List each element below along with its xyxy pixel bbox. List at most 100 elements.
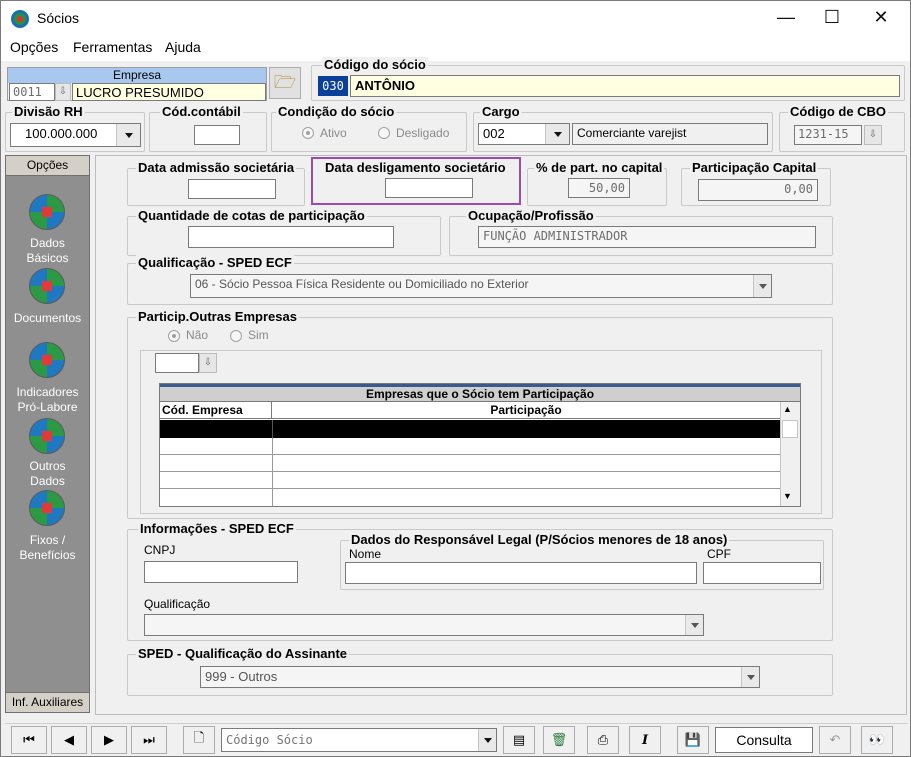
print-button[interactable]: ⎙ bbox=[587, 726, 619, 754]
first-record-button[interactable]: ⏮ bbox=[11, 726, 47, 754]
ocupacao-field[interactable]: FUNÇÃO ADMINISTRADOR bbox=[478, 226, 816, 248]
cargo-select[interactable]: 002 bbox=[478, 123, 570, 145]
italic-icon: I bbox=[641, 732, 649, 748]
sidebar-item-dados-basicos[interactable]: Dados Básicos bbox=[6, 236, 89, 266]
indicadores-pro-labore-icon[interactable] bbox=[29, 342, 65, 378]
qualificacao-select[interactable] bbox=[144, 614, 704, 636]
responsavel-group: Dados do Responsável Legal (P/Sócios men… bbox=[340, 532, 824, 590]
radio-ativo[interactable] bbox=[302, 127, 314, 139]
next-record-button[interactable]: ▶ bbox=[91, 726, 127, 754]
cbo-label: Código de CBO bbox=[788, 104, 889, 119]
menu-ferramentas[interactable]: Ferramentas bbox=[73, 39, 152, 55]
cargo-dropdown-icon[interactable] bbox=[545, 124, 569, 144]
sidebar-footer-inf-auxiliares[interactable]: Inf. Auxiliares bbox=[6, 692, 89, 712]
qualificacao-sped-value: 06 - Sócio Pessoa Física Residente ou Do… bbox=[195, 277, 529, 291]
report-button[interactable]: ▤ bbox=[503, 726, 535, 754]
search-dropdown-icon[interactable] bbox=[478, 729, 496, 751]
col-header-cod-empresa[interactable]: Cód. Empresa bbox=[160, 402, 272, 419]
table-scrollbar[interactable]: ▲ ▼ bbox=[780, 402, 800, 506]
close-button[interactable]: ✕ bbox=[858, 1, 904, 35]
data-desligamento-field[interactable] bbox=[385, 178, 473, 198]
assinante-group: SPED - Qualificação do Assinante 999 - O… bbox=[127, 646, 833, 696]
new-record-button[interactable]: 🗋 bbox=[183, 726, 215, 754]
qualificacao-sped-dropdown-icon[interactable] bbox=[753, 275, 771, 297]
minimize-button[interactable]: — bbox=[763, 1, 809, 35]
empresas-table: Empresas que o Sócio tem Participação Có… bbox=[159, 383, 801, 507]
responsavel-label: Dados do Responsável Legal (P/Sócios men… bbox=[349, 532, 730, 547]
status-consulta: Consulta bbox=[715, 727, 813, 753]
divisao-dropdown-icon[interactable] bbox=[116, 124, 140, 146]
particip-lookup-icon[interactable]: ⇩ bbox=[199, 353, 217, 373]
search-input[interactable] bbox=[222, 729, 476, 751]
table-row[interactable] bbox=[160, 438, 780, 455]
menu-ajuda[interactable]: Ajuda bbox=[165, 39, 201, 55]
open-folder-button[interactable]: 🗁 bbox=[269, 67, 301, 99]
maximize-button[interactable]: ☐ bbox=[809, 1, 855, 35]
cbo-lookup-icon[interactable]: ⇩ bbox=[864, 125, 882, 145]
responsavel-nome-field[interactable] bbox=[345, 562, 697, 584]
table-row[interactable] bbox=[160, 455, 780, 472]
informacoes-group: Informações - SPED ECF CNPJ Dados do Res… bbox=[127, 521, 833, 641]
col-header-participacao[interactable]: Participação bbox=[272, 402, 780, 419]
socio-label: Código do sócio bbox=[322, 57, 428, 72]
cnpj-field[interactable] bbox=[144, 561, 298, 583]
first-record-icon: ⏮ bbox=[23, 732, 35, 748]
data-admissao-field[interactable] bbox=[188, 179, 276, 199]
table-row[interactable] bbox=[160, 472, 780, 489]
qualificacao-sped-select[interactable]: 06 - Sócio Pessoa Física Residente ou Do… bbox=[190, 274, 772, 298]
menu-opcoes[interactable]: Opções bbox=[10, 39, 58, 55]
participacao-capital-field[interactable]: 0,00 bbox=[698, 179, 818, 201]
qualificacao-dropdown-icon[interactable] bbox=[685, 615, 703, 635]
cod-contabil-label: Cód.contábil bbox=[160, 104, 243, 119]
empresa-code-field[interactable]: 0011 bbox=[9, 83, 55, 101]
cbo-field[interactable]: 1231-15 bbox=[794, 125, 862, 145]
undo-icon: ↶ bbox=[829, 732, 841, 748]
table-row[interactable] bbox=[160, 489, 780, 506]
particip-empresa-code-field[interactable] bbox=[155, 353, 199, 373]
outros-dados-icon[interactable] bbox=[29, 418, 65, 454]
save-icon: 💾 bbox=[684, 732, 702, 748]
last-record-button[interactable]: ⏭ bbox=[131, 726, 167, 754]
fixos-beneficios-icon[interactable] bbox=[29, 490, 65, 526]
cargo-description: Comerciante varejist bbox=[572, 123, 768, 145]
sidebar-item-indicadores-pro-labore[interactable]: Indicadores Pró-Labore bbox=[6, 385, 89, 415]
dados-basicos-icon[interactable] bbox=[29, 194, 65, 230]
scroll-thumb[interactable] bbox=[782, 420, 798, 438]
scroll-down-icon[interactable]: ▼ bbox=[783, 491, 792, 501]
cod-contabil-field[interactable] bbox=[194, 125, 240, 145]
documentos-icon[interactable] bbox=[29, 268, 65, 304]
table-row[interactable] bbox=[160, 420, 780, 438]
radio-desligado[interactable] bbox=[378, 127, 390, 139]
assinante-dropdown-icon[interactable] bbox=[741, 667, 759, 687]
binoculars-icon: 👀 bbox=[868, 732, 886, 748]
app-icon bbox=[11, 10, 29, 28]
empresa-lookup-icon[interactable]: ⇩ bbox=[55, 83, 71, 101]
search-select[interactable] bbox=[221, 728, 497, 752]
responsavel-cpf-field[interactable] bbox=[703, 562, 821, 584]
divisao-group: Divisão RH 100.000.000 bbox=[5, 104, 145, 152]
undo-button[interactable]: ↶ bbox=[819, 726, 851, 754]
divisao-select[interactable]: 100.000.000 bbox=[10, 123, 141, 147]
sidebar-item-outros-dados[interactable]: Outros Dados bbox=[6, 459, 89, 489]
nome-label: Nome bbox=[349, 547, 382, 561]
save-button[interactable]: 💾 bbox=[677, 726, 709, 754]
sidebar-item-documentos[interactable]: Documentos bbox=[6, 311, 89, 326]
radio-sim[interactable] bbox=[230, 330, 242, 342]
socio-code-field[interactable]: 030 bbox=[318, 76, 348, 96]
italic-button[interactable]: I bbox=[629, 726, 661, 754]
sidebar-item-fixos-beneficios[interactable]: Fixos / Benefícios bbox=[6, 533, 89, 563]
delete-button[interactable]: 🗑 bbox=[543, 726, 575, 754]
qtd-cotas-label: Quantidade de cotas de participação bbox=[136, 208, 367, 223]
last-record-icon: ⏭ bbox=[143, 732, 155, 748]
socio-name-field[interactable]: ANTÔNIO bbox=[350, 75, 900, 97]
new-document-icon: 🗋 bbox=[193, 731, 205, 746]
nao-label: Não bbox=[186, 328, 209, 342]
scroll-up-icon[interactable]: ▲ bbox=[783, 404, 792, 414]
assinante-select[interactable]: 999 - Outros bbox=[200, 666, 760, 688]
radio-nao[interactable] bbox=[168, 330, 180, 342]
cpf-label: CPF bbox=[707, 547, 731, 561]
qtd-cotas-field[interactable] bbox=[188, 226, 394, 248]
perc-capital-field[interactable]: 50,00 bbox=[568, 178, 630, 198]
prev-record-button[interactable]: ◀ bbox=[51, 726, 87, 754]
find-button[interactable]: 👀 bbox=[861, 726, 893, 754]
